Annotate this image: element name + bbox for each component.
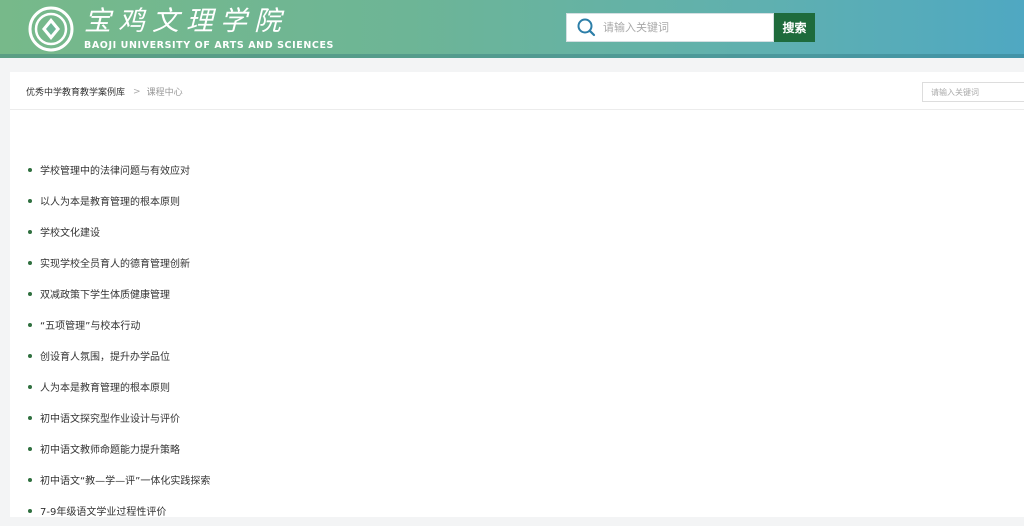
- header-search-box: [566, 13, 774, 42]
- course-title: 7-9年级语文学业过程性评价: [40, 507, 167, 518]
- list-item[interactable]: 实现学校全员育人的德育管理创新: [28, 247, 210, 278]
- breadcrumb-current: 课程中心: [146, 88, 183, 98]
- bullet-icon: [28, 167, 32, 172]
- bullet-icon: [28, 198, 32, 203]
- bullet-icon: [28, 508, 32, 513]
- bullet-icon: [28, 291, 32, 296]
- site-logo[interactable]: 宝鸡文理学院 BAOJI UNIVERSITY OF ARTS AND SCIE…: [28, 6, 334, 52]
- bullet-icon: [28, 446, 32, 451]
- bullet-icon: [28, 477, 32, 482]
- list-item[interactable]: 以人为本是教育管理的根本原则: [28, 185, 210, 216]
- bullet-icon: [28, 322, 32, 327]
- breadcrumb-separator: >: [133, 86, 141, 97]
- search-button[interactable]: 搜索: [774, 13, 815, 42]
- list-item[interactable]: “五项管理”与校本行动: [28, 309, 210, 340]
- course-title: 双减政策下学生体质健康管理: [40, 290, 170, 301]
- list-item[interactable]: 7-9年级语文学业过程性评价: [28, 495, 210, 526]
- breadcrumb: 优秀中学教育教学案例库 > 课程中心: [26, 85, 183, 99]
- course-title: 学校文化建设: [40, 228, 100, 239]
- course-title: “五项管理”与校本行动: [40, 321, 141, 332]
- course-list: 学校管理中的法律问题与有效应对 以人为本是教育管理的根本原则 学校文化建设 实现…: [28, 154, 210, 526]
- course-title: 初中语文“教—学—评”一体化实践探索: [40, 476, 211, 487]
- search-icon[interactable]: [575, 16, 599, 40]
- list-item[interactable]: 双减政策下学生体质健康管理: [28, 278, 210, 309]
- course-title: 以人为本是教育管理的根本原则: [40, 197, 180, 208]
- course-title: 实现学校全员育人的德育管理创新: [40, 259, 190, 270]
- breadcrumb-root-link[interactable]: 优秀中学教育教学案例库: [26, 85, 125, 98]
- header-bottom-band: [0, 54, 1024, 58]
- list-item[interactable]: 创设育人氛围，提升办学品位: [28, 340, 210, 371]
- list-item[interactable]: 学校文化建设: [28, 216, 210, 247]
- header-search-input[interactable]: [603, 21, 763, 34]
- course-title: 人为本是教育管理的根本原则: [40, 383, 170, 394]
- course-title: 学校管理中的法律问题与有效应对: [40, 166, 190, 177]
- bullet-icon: [28, 260, 32, 265]
- university-emblem-icon: [28, 6, 74, 52]
- course-title: 创设育人氛围，提升办学品位: [40, 352, 170, 363]
- bullet-icon: [28, 384, 32, 389]
- breadcrumb-bar: 优秀中学教育教学案例库 > 课程中心: [10, 72, 1024, 110]
- logo-english-name: BAOJI UNIVERSITY OF ARTS AND SCIENCES: [84, 40, 334, 51]
- logo-chinese-name: 宝鸡文理学院: [84, 6, 288, 37]
- course-search-input[interactable]: [922, 82, 1024, 102]
- list-item[interactable]: 初中语文探究型作业设计与评价: [28, 402, 210, 433]
- list-item[interactable]: 初中语文“教—学—评”一体化实践探索: [28, 464, 210, 495]
- course-title: 初中语文教师命题能力提升策略: [40, 445, 180, 456]
- site-header: 宝鸡文理学院 BAOJI UNIVERSITY OF ARTS AND SCIE…: [0, 0, 1024, 58]
- bullet-icon: [28, 415, 32, 420]
- course-title: 初中语文探究型作业设计与评价: [40, 414, 180, 425]
- list-item[interactable]: 初中语文教师命题能力提升策略: [28, 433, 210, 464]
- list-item[interactable]: 学校管理中的法律问题与有效应对: [28, 154, 210, 185]
- bullet-icon: [28, 353, 32, 358]
- bullet-icon: [28, 229, 32, 234]
- list-item[interactable]: 人为本是教育管理的根本原则: [28, 371, 210, 402]
- main-content: 优秀中学教育教学案例库 > 课程中心 学校管理中的法律问题与有效应对 以人为本是…: [10, 72, 1024, 518]
